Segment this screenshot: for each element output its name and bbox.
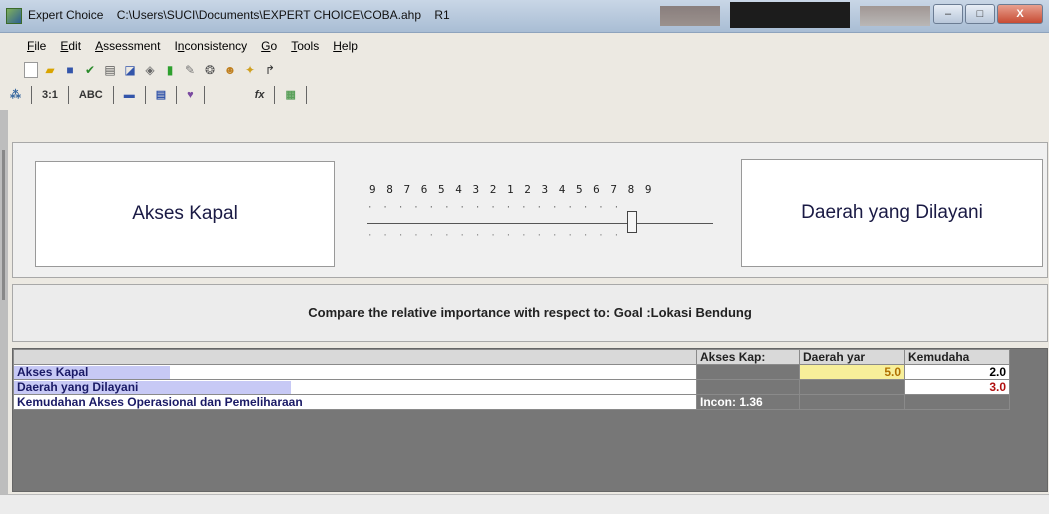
menu-help[interactable]: Help <box>330 39 361 53</box>
title-decoration <box>660 6 720 26</box>
main-window: Expert Choice C:\Users\SUCI\Documents\EX… <box>0 0 1049 514</box>
matrix-cell <box>904 394 1010 410</box>
matrix-header-row: Akses Kap: Daerah yar Kemudaha <box>13 349 1010 365</box>
slider-thumb[interactable] <box>627 211 637 233</box>
arrow-icon[interactable]: ↱ <box>262 62 278 78</box>
print-icon[interactable]: ▤ <box>102 62 118 78</box>
minimize-button[interactable]: – <box>933 4 963 24</box>
tab-graphical[interactable]: ▬ <box>114 86 146 104</box>
window-title: Expert Choice C:\Users\SUCI\Documents\EX… <box>28 8 450 22</box>
matrix-header: Daerah yar <box>799 349 905 365</box>
statement-panel: Compare the relative importance with res… <box>12 284 1048 342</box>
wizard-icon[interactable]: ✦ <box>242 62 258 78</box>
matrix-cell <box>696 379 800 395</box>
tab-numerical[interactable]: 3:1 <box>32 86 69 104</box>
left-item-box[interactable]: Akses Kapal <box>35 161 335 267</box>
matrix-cell[interactable]: 2.0 <box>904 364 1010 380</box>
tab-formula[interactable]: fx <box>205 86 276 104</box>
open-folder-icon[interactable]: ▰ <box>42 62 58 78</box>
menu-edit[interactable]: Edit <box>57 39 84 53</box>
left-edge-mark <box>2 150 5 300</box>
check-icon[interactable]: ✔ <box>82 62 98 78</box>
matrix-cell <box>696 364 800 380</box>
menu-go[interactable]: Go <box>258 39 280 53</box>
matrix-cell <box>799 379 905 395</box>
scale-ticks: ················· <box>367 203 630 213</box>
view-tabs: ⁂ 3:1 ABC ▬ ▤ ♥ fx ▦ <box>0 84 1049 106</box>
tab-verbal[interactable]: ABC <box>69 86 114 104</box>
print-preview-icon[interactable]: ◪ <box>122 62 138 78</box>
tab-direct[interactable]: ♥ <box>177 86 205 104</box>
matrix-cell-selected[interactable]: 5.0 <box>799 364 905 380</box>
people-icon[interactable]: ☻ <box>222 62 238 78</box>
tab-matrix[interactable]: ▦ <box>275 86 307 104</box>
tab-tree[interactable]: ⁂ <box>0 86 32 104</box>
compare-statement: Compare the relative importance with res… <box>308 305 752 320</box>
matrix-row: Kemudahan Akses Operasional dan Pemeliha… <box>13 394 1010 410</box>
window-controls: – □ X <box>933 4 1043 24</box>
matrix-corner <box>13 349 697 365</box>
toolbar: ▰ ■ ✔ ▤ ◪ ◈ ▮ ✎ ❂ ☻ ✦ ↱ <box>24 60 278 80</box>
menu-assessment[interactable]: Assessment <box>92 39 163 53</box>
edit-icon[interactable]: ✎ <box>182 62 198 78</box>
row-label[interactable]: Daerah yang Dilayani <box>13 379 697 395</box>
row-label[interactable]: Kemudahan Akses Operasional dan Pemeliha… <box>13 394 697 410</box>
save-icon[interactable]: ■ <box>62 62 78 78</box>
maximize-button[interactable]: □ <box>965 4 995 24</box>
menu-bar: File Edit Assessment Inconsistency Go To… <box>24 36 361 56</box>
matrix-header: Kemudaha <box>904 349 1010 365</box>
row-label[interactable]: Akses Kapal <box>13 364 697 380</box>
left-item-label: Akses Kapal <box>132 203 238 224</box>
menu-inconsistency[interactable]: Inconsistency <box>171 39 250 53</box>
model-icon[interactable]: ◈ <box>142 62 158 78</box>
matrix-table: Akses Kap: Daerah yar Kemudaha Akses Kap… <box>13 349 1010 410</box>
matrix-header: Akses Kap: <box>696 349 800 365</box>
scale-ticks-lower: ················· <box>367 231 630 241</box>
title-bar[interactable]: Expert Choice C:\Users\SUCI\Documents\EX… <box>0 0 1049 33</box>
scale-numbers: 9 8 7 6 5 4 3 2 1 2 3 4 5 6 7 8 9 <box>369 183 654 196</box>
sensitivity-icon[interactable]: ❂ <box>202 62 218 78</box>
new-file-icon[interactable] <box>24 62 38 78</box>
green-book-icon[interactable]: ▮ <box>162 62 178 78</box>
title-decoration <box>860 6 930 26</box>
slider-track[interactable] <box>367 223 713 224</box>
comparison-panel: Akses Kapal 9 8 7 6 5 4 3 2 1 2 3 4 5 6 … <box>12 142 1048 278</box>
matrix-cell <box>799 394 905 410</box>
menu-tools[interactable]: Tools <box>288 39 322 53</box>
tab-questionnaire[interactable]: ▤ <box>146 86 178 104</box>
right-item-label: Daerah yang Dilayani <box>801 202 983 223</box>
matrix-row: Akses Kapal 5.0 2.0 <box>13 364 1010 380</box>
app-icon <box>6 8 22 24</box>
matrix-cell[interactable]: 3.0 <box>904 379 1010 395</box>
comparison-matrix: Akses Kap: Daerah yar Kemudaha Akses Kap… <box>12 348 1048 492</box>
matrix-row: Daerah yang Dilayani 3.0 <box>13 379 1010 395</box>
inconsistency-value: Incon: 1.36 <box>696 394 800 410</box>
status-strip <box>0 494 1049 514</box>
close-button[interactable]: X <box>997 4 1043 24</box>
right-item-box[interactable]: Daerah yang Dilayani <box>741 159 1043 267</box>
title-decoration <box>730 2 850 28</box>
left-edge <box>0 110 8 513</box>
menu-file[interactable]: File <box>24 39 49 53</box>
